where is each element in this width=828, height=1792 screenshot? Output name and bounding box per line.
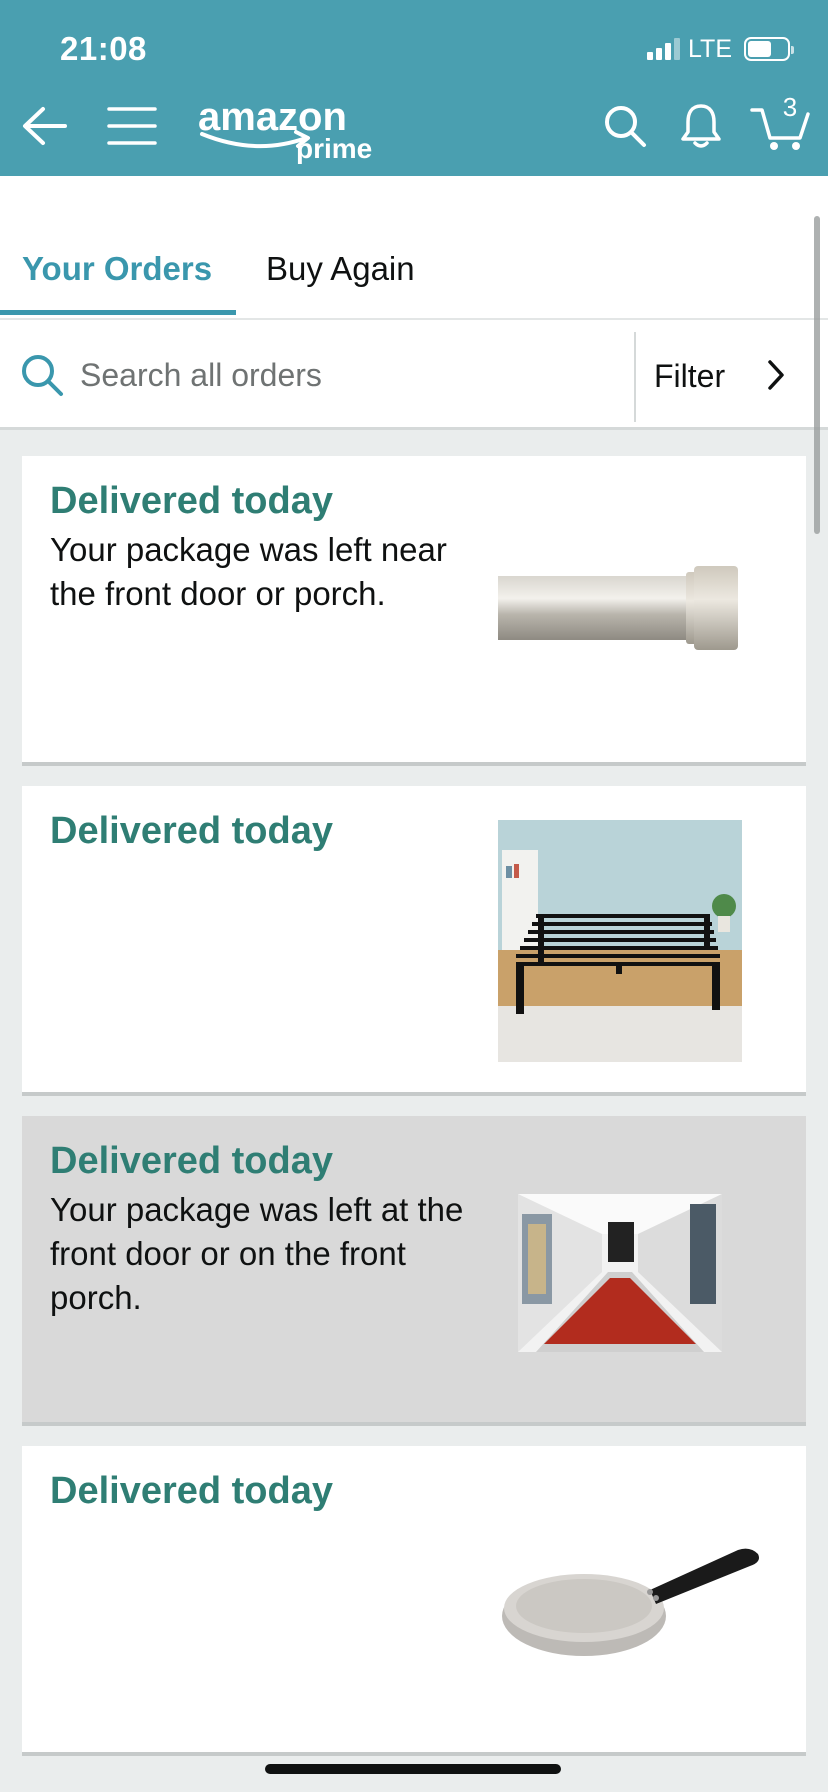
order-status: Delivered today: [50, 1140, 333, 1182]
app-header: 21:08 LTE amazon prime 3: [0, 0, 828, 176]
battery-icon: [744, 37, 794, 61]
signal-icon: [647, 38, 680, 60]
hamburger-menu-icon[interactable]: [106, 102, 158, 150]
order-card[interactable]: Delivered today: [22, 786, 806, 1096]
delivery-note: Your package was left at the front door …: [50, 1191, 464, 1316]
svg-text:prime: prime: [296, 133, 372, 164]
order-tabs: Your Orders Buy Again: [0, 176, 828, 320]
search-input[interactable]: [80, 350, 620, 400]
home-indicator[interactable]: [265, 1764, 561, 1774]
filter-label: Filter: [654, 358, 726, 394]
filter-button[interactable]: Filter: [636, 320, 828, 428]
curtain-rod-image: [498, 566, 742, 650]
tab-buy-again[interactable]: Buy Again: [266, 250, 415, 288]
frying-pan-image: [500, 1546, 766, 1660]
amazon-prime-logo[interactable]: amazon prime: [196, 92, 406, 164]
tab-your-orders[interactable]: Your Orders: [22, 250, 212, 288]
status-indicators: LTE: [647, 34, 794, 64]
order-card[interactable]: Delivered today: [22, 1446, 806, 1756]
network-label: LTE: [688, 34, 732, 63]
bed-frame-image: [498, 820, 742, 1062]
back-arrow-icon[interactable]: [18, 100, 70, 152]
chevron-right-icon: [764, 358, 788, 392]
status-time: 21:08: [60, 30, 147, 67]
order-card[interactable]: Delivered today Your package was left at…: [22, 1116, 806, 1426]
order-status: Delivered today: [50, 810, 333, 852]
search-field-icon: [20, 353, 64, 397]
order-search-bar: Filter: [0, 320, 828, 430]
cart-count-badge: 3: [782, 92, 798, 122]
search-icon[interactable]: [600, 100, 650, 152]
active-tab-indicator: [0, 310, 236, 315]
runner-rug-image: [518, 1194, 722, 1352]
delivery-note: Your package was left near the front doo…: [50, 531, 447, 612]
bell-icon[interactable]: [676, 98, 726, 154]
scrollbar[interactable]: [814, 216, 820, 534]
order-card[interactable]: Delivered today Your package was left ne…: [22, 456, 806, 766]
order-status: Delivered today: [50, 1470, 333, 1512]
order-status: Delivered today: [50, 480, 333, 522]
